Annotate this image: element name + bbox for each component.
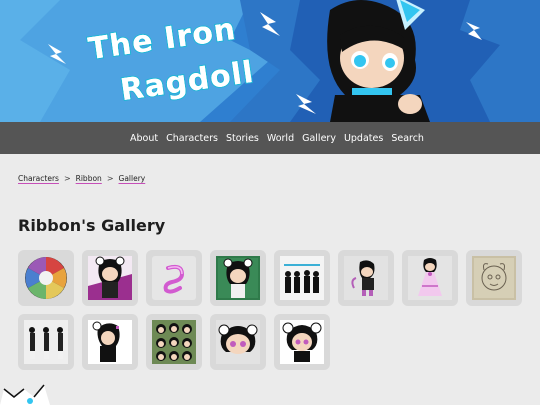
nav-item-search[interactable]: Search — [391, 133, 424, 144]
gallery-thumbnail[interactable] — [18, 314, 74, 370]
sketch-thumb-icon — [472, 256, 516, 300]
portrait-thumb-icon — [88, 320, 132, 364]
gallery-thumbnail[interactable] — [82, 314, 138, 370]
character-thumb-icon — [88, 256, 132, 300]
gallery-thumbnail[interactable] — [210, 250, 266, 306]
page-title: Ribbon's Gallery — [18, 216, 166, 235]
breadcrumb-separator: > — [106, 174, 114, 183]
main-nav: About Characters Stories World Gallery U… — [0, 122, 540, 154]
nav-items: About Characters Stories World Gallery U… — [130, 122, 424, 154]
site-banner: The Iron Ragdoll — [0, 0, 540, 122]
gallery-thumbnail[interactable] — [146, 250, 202, 306]
silhouette-thumb-icon — [280, 256, 324, 300]
face-thumb-icon — [216, 320, 260, 364]
gallery-thumbnail[interactable] — [338, 250, 394, 306]
bust-thumb-icon — [280, 320, 324, 364]
swirl-thumb-icon — [152, 256, 196, 300]
banner-character-illustration — [327, 0, 430, 122]
turnaround-thumb-icon — [24, 320, 68, 364]
dress-thumb-icon — [408, 256, 452, 300]
chibi-thumb-icon — [344, 256, 388, 300]
color-wheel-thumb-icon — [25, 257, 67, 299]
nav-item-characters[interactable]: Characters — [166, 133, 218, 144]
nav-item-stories[interactable]: Stories — [226, 133, 259, 144]
breadcrumb-gallery[interactable]: Gallery — [119, 174, 146, 183]
gallery-thumbnail[interactable] — [466, 250, 522, 306]
breadcrumb-characters[interactable]: Characters — [18, 174, 59, 183]
gallery-thumbnail[interactable] — [402, 250, 458, 306]
nav-item-updates[interactable]: Updates — [344, 133, 383, 144]
gallery-thumbnail[interactable] — [146, 314, 202, 370]
sticker-thumb-icon — [152, 320, 196, 364]
nav-item-gallery[interactable]: Gallery — [302, 133, 336, 144]
gallery-thumbnail[interactable] — [210, 314, 266, 370]
gallery-thumbnail[interactable] — [18, 250, 74, 306]
gallery-thumbnail[interactable] — [274, 250, 330, 306]
gallery-thumbnail[interactable] — [82, 250, 138, 306]
nav-item-world[interactable]: World — [267, 133, 294, 144]
breadcrumb: Characters > Ribbon > Gallery — [18, 174, 145, 183]
breadcrumb-ribbon[interactable]: Ribbon — [76, 174, 102, 183]
gallery-grid — [18, 250, 528, 370]
mascot-peek-icon — [0, 384, 50, 405]
gallery-thumbnail[interactable] — [274, 314, 330, 370]
breadcrumb-separator: > — [63, 174, 71, 183]
character-thumb-icon — [216, 256, 260, 300]
banner-background — [0, 0, 540, 122]
nav-item-about[interactable]: About — [130, 133, 158, 144]
